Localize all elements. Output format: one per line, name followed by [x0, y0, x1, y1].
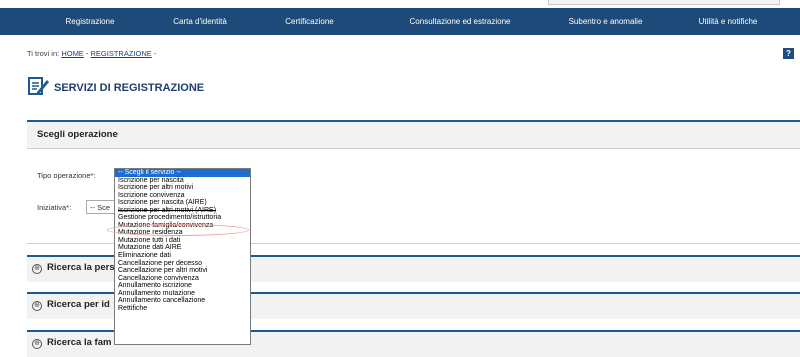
nav-utilita[interactable]: Utilità e notifiche	[673, 8, 783, 35]
dropdown-option[interactable]: Mutazione tutti i dati	[115, 237, 250, 245]
help-button[interactable]: ?	[783, 48, 794, 59]
section-label: Ricerca la fam	[47, 337, 112, 348]
dropdown-option[interactable]: Iscrizione per nascita	[115, 177, 250, 185]
edit-document-icon	[28, 77, 49, 95]
dropdown-option[interactable]: Mutazione dati AIRE	[115, 244, 250, 252]
operation-panel-title: Scegli operazione	[37, 129, 118, 140]
section-label: Ricerca per id	[47, 299, 110, 310]
top-strip	[0, 0, 800, 8]
dropdown-option[interactable]: -- Scegli il servizio --	[115, 169, 250, 177]
dropdown-option[interactable]: Iscrizione per altri motivi (AIRE)	[115, 207, 250, 215]
dropdown-option[interactable]: Annullamento mutazione	[115, 290, 250, 298]
breadcrumb-home-link[interactable]: HOME	[61, 49, 84, 58]
operation-panel-header: Scegli operazione	[27, 120, 800, 148]
main-nav: Registrazione Carta d'identità Certifica…	[0, 8, 800, 35]
top-search-box[interactable]	[548, 0, 780, 5]
page-title: SERVIZI DI REGISTRAZIONE	[54, 82, 205, 94]
divider	[27, 148, 800, 149]
dropdown-option[interactable]: Mutazione residenza	[115, 229, 250, 237]
breadcrumb-separator-end: -	[151, 49, 157, 58]
expand-circle-icon: ⊕	[32, 339, 42, 349]
tipo-operazione-dropdown[interactable]: -- Scegli il servizio -- Iscrizione per …	[114, 168, 251, 345]
dropdown-option[interactable]: Iscrizione per nascita (AIRE)	[115, 199, 250, 207]
iniziativa-label: Iniziativa*:	[37, 203, 72, 212]
dropdown-option[interactable]: Annullamento iscrizione	[115, 282, 250, 290]
dropdown-option[interactable]: Mutazione famiglia/convivenza	[115, 222, 250, 230]
expand-circle-icon: ⊕	[32, 301, 42, 311]
tipo-operazione-label: Tipo operazione*:	[37, 171, 96, 180]
nav-registrazione[interactable]: Registrazione	[40, 8, 140, 35]
nav-carta-identita[interactable]: Carta d'identità	[150, 8, 250, 35]
dropdown-option[interactable]: Eliminazione dati	[115, 252, 250, 260]
breadcrumb: Ti trovi in: HOME - REGISTRAZIONE -	[27, 49, 156, 58]
nav-consultazione[interactable]: Consultazione ed estrazione	[380, 8, 540, 35]
breadcrumb-current-link[interactable]: REGISTRAZIONE	[90, 49, 151, 58]
dropdown-option[interactable]: Cancellazione per decesso	[115, 260, 250, 268]
dropdown-option[interactable]: Cancellazione per altri motivi	[115, 267, 250, 275]
breadcrumb-prefix: Ti trovi in:	[27, 49, 62, 58]
dropdown-option-highlighted[interactable]: Gestione procedimento/istruttoria	[115, 214, 250, 222]
dropdown-option[interactable]: Rettifiche	[115, 305, 250, 313]
nav-subentro[interactable]: Subentro e anomalie	[548, 8, 663, 35]
expand-circle-icon: ⊕	[32, 264, 42, 274]
dropdown-option[interactable]: Annullamento cancellazione	[115, 297, 250, 305]
dropdown-option[interactable]: Iscrizione per altri motivi	[115, 184, 250, 192]
section-label: Ricerca la pers	[47, 262, 115, 273]
dropdown-option[interactable]: Iscrizione convivenza	[115, 192, 250, 200]
nav-certificazione[interactable]: Certificazione	[262, 8, 357, 35]
dropdown-option[interactable]: Cancellazione convivenza	[115, 275, 250, 283]
